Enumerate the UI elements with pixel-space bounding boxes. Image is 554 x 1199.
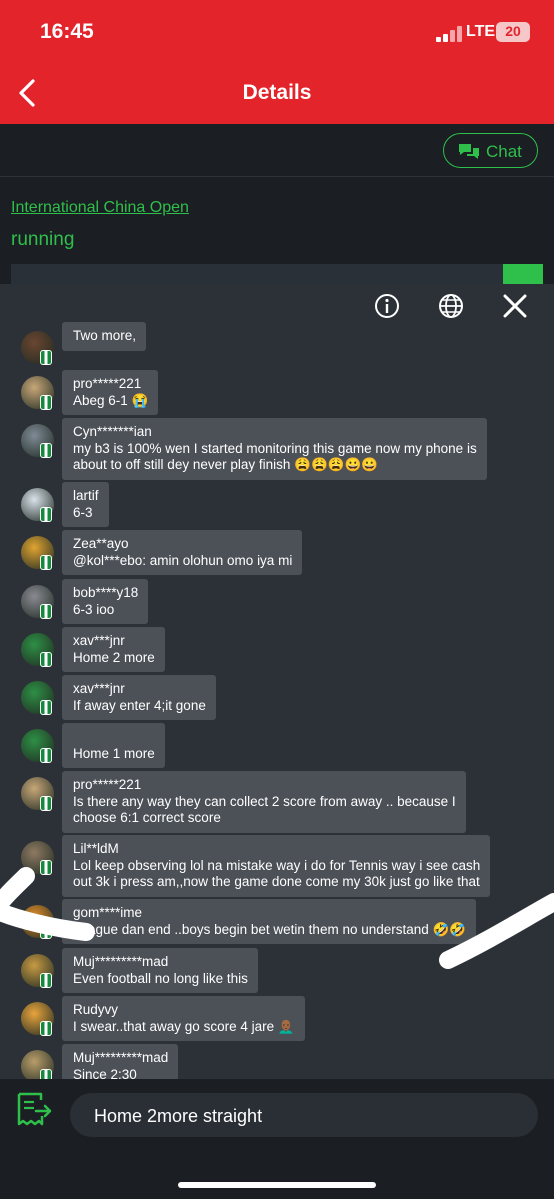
nigeria-flag-icon (40, 443, 52, 458)
chat-button-label: Chat (486, 142, 522, 161)
network-label: LTE (466, 23, 496, 40)
message-input[interactable]: Home 2more straight (70, 1093, 538, 1137)
message-username[interactable]: xav***jnr (73, 681, 206, 698)
message-username[interactable]: bob****y18 (73, 585, 138, 602)
nigeria-flag-icon (40, 973, 52, 988)
chat-message: Rudyvy I swear..that away go score 4 jare… (62, 996, 305, 1041)
globe-icon[interactable] (437, 292, 465, 320)
chat-message: Home 1 more (62, 723, 165, 768)
message-text: 6-3 (73, 504, 93, 520)
message-text: Even football no long like this (73, 970, 248, 986)
message-text: Two more, (73, 328, 137, 343)
message-text: Home 2 more (73, 649, 155, 665)
nigeria-flag-icon (40, 924, 52, 939)
message-username[interactable]: xav***jnr (73, 633, 155, 650)
chat-message: pro*****221 Abeg 6-1 😭 (62, 370, 159, 415)
message-username[interactable]: pro*****221 (73, 376, 148, 393)
message-text: If away enter 4;it gone (73, 697, 206, 713)
chat-message: Two more, (62, 322, 147, 351)
message-text: @kol***ebo: amin olohun omo iya mi (73, 552, 293, 568)
message-text: Since 2:30 (73, 1066, 137, 1080)
message-text: Lol keep observing lol na mistake way i … (73, 857, 481, 890)
close-icon[interactable] (501, 292, 529, 320)
nigeria-flag-icon (40, 796, 52, 811)
status-time: 16:45 (40, 20, 94, 43)
chat-message: lartif 6-3 (62, 482, 109, 527)
message-text: 6-3 ioo (73, 601, 115, 617)
message-text: my b3 is 100% wen I started monitoring t… (73, 440, 477, 473)
message-username[interactable]: Muj*********mad (73, 954, 248, 971)
message-username[interactable]: Muj*********mad (73, 1050, 168, 1067)
chat-message: pro*****221 Is there any way they can col… (62, 771, 466, 833)
chat-message: Muj*********mad Even football no long lik… (62, 948, 258, 993)
nigeria-flag-icon (40, 652, 52, 667)
chat-message: Lil**ldM Lol keep observing lol na mistak… (62, 835, 491, 897)
top-bar: 16:45 LTE 20 Details (0, 0, 554, 124)
nigeria-flag-icon (40, 748, 52, 763)
nigeria-flag-icon (40, 350, 52, 365)
chat-panel: Two more, pro*****221 Abeg 6-1 😭 Cyn*******… (0, 284, 554, 1079)
input-bar: Home 2more straight (0, 1079, 554, 1199)
chat-bubbles-icon (459, 144, 479, 159)
nigeria-flag-icon (40, 1021, 52, 1036)
signal-icon (436, 26, 464, 42)
nigeria-flag-icon (40, 700, 52, 715)
message-text: Is there any way they can collect 2 scor… (73, 793, 456, 826)
event-link[interactable]: International China Open (11, 199, 189, 217)
message-text: League dan end ..boys begin bet wetin th… (73, 921, 467, 937)
message-username[interactable]: gom****ime (73, 905, 466, 922)
message-username[interactable]: Rudyvy (73, 1002, 295, 1019)
message-username[interactable]: Cyn*******ian (73, 424, 477, 441)
message-text: Abeg 6-1 😭 (73, 392, 149, 408)
chat-message: Zea**ayo @kol***ebo: amin olohun omo iya … (62, 530, 303, 575)
message-text: I swear..that away go score 4 jare 👨🏾‍🦲 (73, 1018, 295, 1034)
chat-message: Muj*********mad Since 2:30 (62, 1044, 179, 1080)
message-username[interactable]: lartif (73, 488, 99, 505)
page-title: Details (242, 81, 312, 104)
nigeria-flag-icon (40, 860, 52, 875)
message-list[interactable]: Two more, pro*****221 Abeg 6-1 😭 Cyn*******… (0, 284, 554, 1079)
home-indicator (178, 1182, 376, 1188)
message-input-text: Home 2more straight (94, 1106, 263, 1126)
chat-message: gom****ime League dan end ..boys begin be… (62, 899, 477, 944)
message-username[interactable]: Lil**ldM (73, 841, 480, 858)
chat-message: bob****y18 6-3 ioo (62, 579, 149, 624)
nigeria-flag-icon (40, 555, 52, 570)
battery-icon: 20 (496, 22, 530, 42)
nigeria-flag-icon (40, 1069, 52, 1079)
message-username[interactable]: Zea**ayo (73, 536, 292, 553)
bet-slip-icon[interactable] (16, 1091, 56, 1129)
chat-button[interactable]: Chat (443, 133, 538, 168)
nigeria-flag-icon (40, 507, 52, 522)
chat-message: xav***jnr Home 2 more (62, 627, 165, 672)
event-status: running (11, 229, 75, 250)
nigeria-flag-icon (40, 395, 52, 410)
chat-message: Cyn*******ian my b3 is 100% wen I started… (62, 418, 487, 480)
info-icon[interactable] (373, 292, 401, 320)
message-username[interactable]: pro*****221 (73, 777, 456, 794)
message-text: Home 1 more (73, 745, 155, 761)
chat-message: xav***jnr If away enter 4;it gone (62, 675, 216, 720)
nigeria-flag-icon (40, 604, 52, 619)
divider (0, 176, 554, 177)
